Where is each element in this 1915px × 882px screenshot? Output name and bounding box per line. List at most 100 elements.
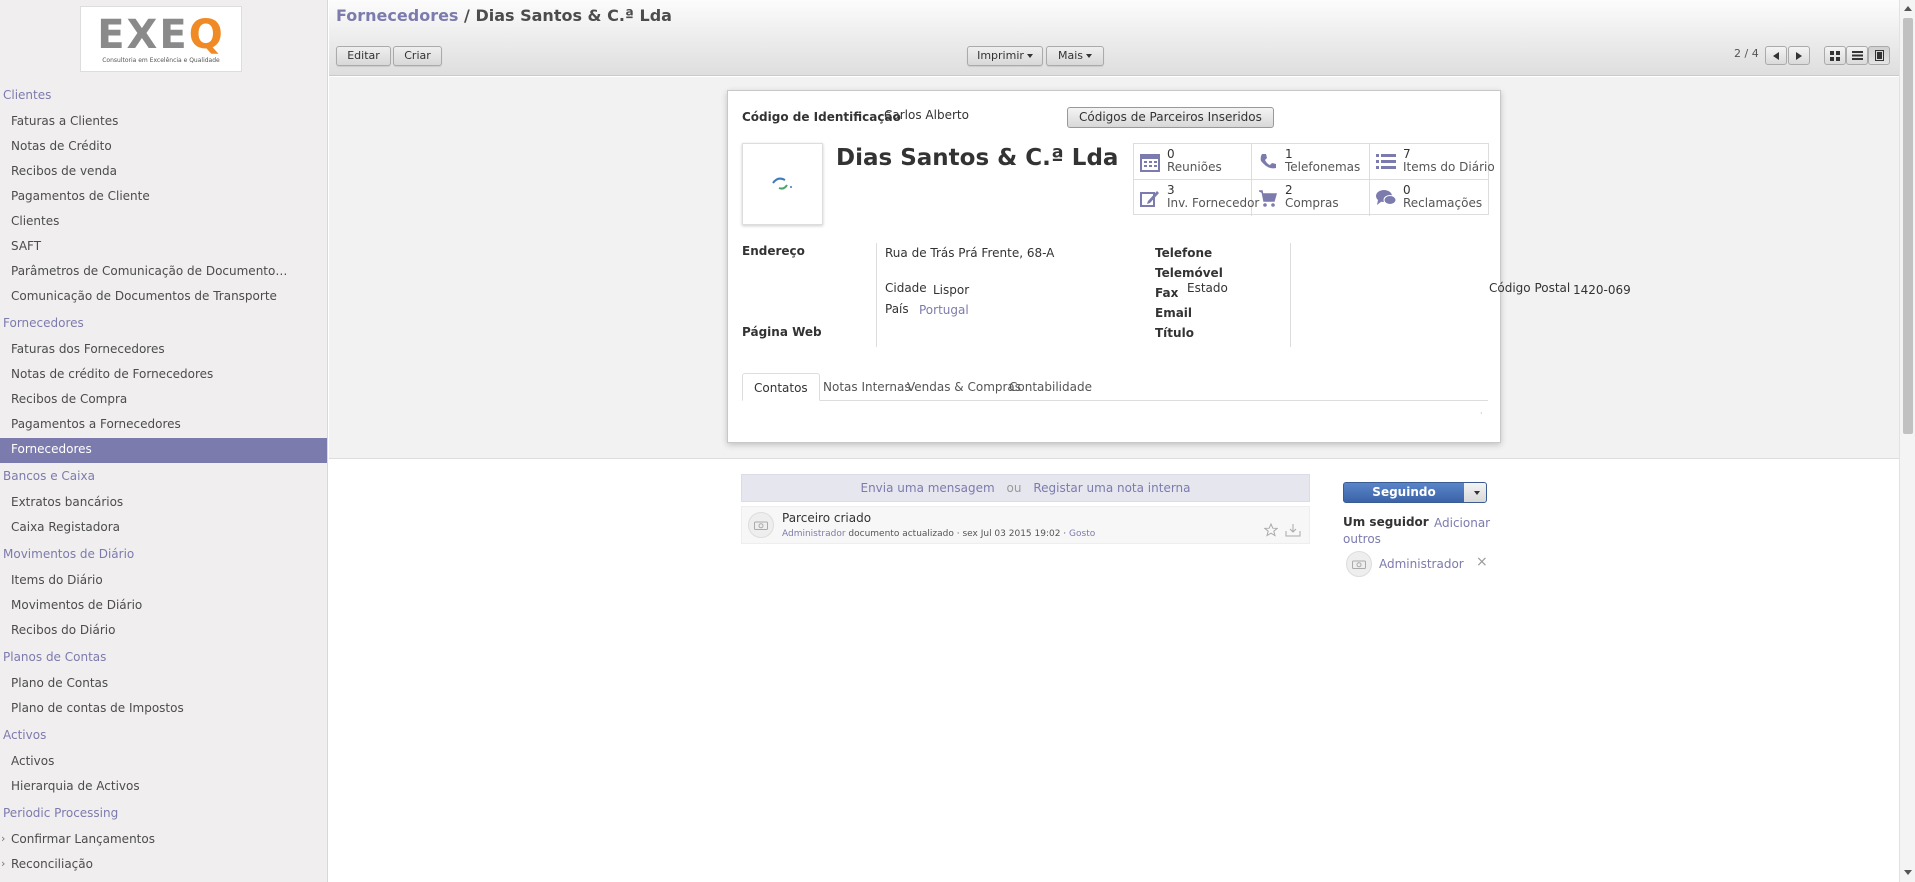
sidebar-item-recibos-do-diario[interactable]: Recibos do Diário [0, 619, 290, 644]
address-label: Endereço [742, 244, 805, 258]
company-logo[interactable]: EXEQ Consultoria em Excelência e Qualida… [80, 6, 242, 72]
sidebar-item-reconciliacao[interactable]: Reconciliação [0, 853, 290, 878]
sidebar-item-caixa-registadora[interactable]: Caixa Registadora [0, 516, 290, 541]
page-scrollbar[interactable] [1899, 0, 1915, 882]
smart-button-count: 3 [1167, 183, 1175, 197]
message-author-link[interactable]: Administrador [782, 529, 846, 539]
smart-button-telefonemas[interactable]: 1 Telefonemas [1252, 144, 1370, 180]
following-button[interactable]: Seguindo [1343, 482, 1487, 503]
smart-buttons: 0 Reuniões 1 Telefonemas 7 Items do Diário 3 In… [1133, 143, 1495, 216]
sidebar-section-activos[interactable]: Activos [0, 725, 327, 750]
follower-name-link[interactable]: Administrador [1379, 557, 1464, 571]
sidebar-item-parametros-de-comunicacao-de-documentos-de[interactable]: Parâmetros de Comunicação de Documentos … [0, 260, 290, 285]
smart-button-count: 7 [1403, 147, 1411, 161]
tab-contatos[interactable]: Contatos [742, 373, 820, 401]
cart-icon [1257, 187, 1279, 209]
send-message-link[interactable]: Envia uma mensagem [860, 481, 994, 495]
street-value: Rua de Trás Prá Frente, 68-A [885, 246, 1055, 260]
view-form-button[interactable] [1868, 46, 1890, 65]
view-list-button[interactable] [1846, 46, 1868, 65]
sidebar-item-items-do-diario[interactable]: Items do Diário [0, 569, 290, 594]
sidebar-item-plano-de-contas[interactable]: Plano de Contas [0, 672, 290, 697]
follower-avatar [1346, 551, 1372, 577]
sidebar-item-clientes[interactable]: Clientes [0, 210, 290, 235]
id-code-value: Carlos Alberto [884, 108, 969, 122]
sidebar-section-movimentos-de-diario[interactable]: Movimentos de Diário [0, 544, 327, 569]
log-note-link[interactable]: Registar uma nota interna [1033, 481, 1190, 495]
smart-button-reclamacoes[interactable]: 0 Reclamações [1370, 180, 1488, 216]
sidebar: EXEQ Consultoria em Excelência e Qualida… [0, 0, 328, 882]
sidebar-item-faturas-dos-fornecedores[interactable]: Faturas dos Fornecedores [0, 338, 290, 363]
following-dropdown[interactable] [1464, 483, 1486, 502]
partner-codes-button[interactable]: Códigos de Parceiros Inseridos [1067, 107, 1274, 128]
sidebar-item-comunicacao-de-documentos-de-transporte[interactable]: Comunicação de Documentos de Transporte [0, 285, 290, 310]
smart-button-inv-fornecedor[interactable]: 3 Inv. Fornecedor [1134, 180, 1259, 216]
avatar [748, 512, 774, 538]
pager-count: 2 / 4 [1734, 47, 1759, 60]
scroll-down-icon[interactable] [1904, 870, 1912, 875]
pager-next-button[interactable] [1788, 46, 1810, 65]
breadcrumb: Fornecedores / Dias Santos & C.ª Lda [336, 6, 672, 25]
email-label: Email [1155, 306, 1193, 320]
sidebar-item-recibos-de-venda[interactable]: Recibos de venda [0, 160, 290, 185]
sidebar-item-fornecedores[interactable]: Fornecedores [0, 438, 327, 463]
smart-button-label: Telefonemas [1285, 160, 1361, 174]
fax-label: Fax [1155, 286, 1179, 300]
sidebar-item-notas-de-credito-de-fornecedores[interactable]: Notas de crédito de Fornecedores [0, 363, 290, 388]
sidebar-item-pagamentos-a-fornecedores[interactable]: Pagamentos a Fornecedores [0, 413, 290, 438]
sidebar-item-saft[interactable]: SAFT [0, 235, 290, 260]
sidebar-section-fornecedores[interactable]: Fornecedores [0, 313, 327, 338]
sidebar-item-faturas-a-clientes[interactable]: Faturas a Clientes [0, 110, 290, 135]
smart-button-label: Items do Diário [1403, 160, 1495, 174]
archive-icon[interactable] [1285, 523, 1301, 537]
view-kanban-button[interactable] [1824, 46, 1846, 65]
edit-button[interactable]: Editar [336, 46, 391, 66]
sidebar-item-notas-de-credito[interactable]: Notas de Crédito [0, 135, 290, 160]
breadcrumb-separator: / [464, 6, 470, 25]
star-icon[interactable] [1264, 523, 1278, 537]
smart-button-reunioes[interactable]: 0 Reuniões [1134, 144, 1252, 180]
partner-image[interactable] [742, 143, 823, 225]
smart-button-count: 0 [1167, 147, 1175, 161]
sidebar-item-recibos-de-compra[interactable]: Recibos de Compra [0, 388, 290, 413]
logo-tagline: Consultoria em Excelência e Qualidade [102, 56, 220, 64]
scroll-up-icon[interactable] [1904, 6, 1912, 11]
sidebar-section-bancos-e-caixa[interactable]: Bancos e Caixa [0, 466, 327, 491]
sidebar-item-movimentos-de-diario[interactable]: Movimentos de Diário [0, 594, 290, 619]
create-button[interactable]: Criar [393, 46, 442, 66]
or-separator: ou [1006, 481, 1022, 495]
country-link[interactable]: Portugal [919, 303, 969, 317]
like-link[interactable]: Gosto [1069, 529, 1095, 539]
sidebar-item-activos[interactable]: Activos [0, 750, 290, 775]
breadcrumb-parent-link[interactable]: Fornecedores [336, 6, 458, 25]
tab-contabilidade[interactable]: Contabilidade [998, 373, 1103, 401]
smart-button-count: 1 [1285, 147, 1293, 161]
smart-button-items-do-diario[interactable]: 7 Items do Diário [1370, 144, 1495, 180]
sidebar-item-plano-de-contas-de-impostos[interactable]: Plano de contas de Impostos [0, 697, 290, 722]
more-dropdown[interactable]: Mais [1046, 46, 1104, 66]
sidebar-section-clientes[interactable]: Clientes [0, 85, 327, 110]
sidebar-item-confirmar-lancamentos[interactable]: Confirmar Lançamentos [0, 828, 290, 853]
sidebar-item-lancamentos-recorrentes[interactable]: Lançamentos Recorrentes [0, 878, 290, 882]
sidebar-item-pagamentos-de-cliente[interactable]: Pagamentos de Cliente [0, 185, 290, 210]
pager-previous-button[interactable] [1765, 46, 1787, 65]
field-divider [1290, 243, 1291, 347]
smart-button-compras[interactable]: 2 Compras [1252, 180, 1370, 216]
smart-button-label: Reclamações [1403, 196, 1483, 210]
zip-value: 1420-069 [1573, 283, 1631, 297]
sidebar-item-hierarquia-de-activos[interactable]: Hierarquia de Activos [0, 775, 290, 800]
sidebar-item-extratos-bancarios[interactable]: Extratos bancários [0, 491, 290, 516]
list-view-icon [1851, 51, 1863, 60]
sidebar-section-periodic-processing[interactable]: Periodic Processing [0, 803, 327, 828]
remove-follower-icon[interactable]: × [1476, 554, 1488, 570]
camera-icon [754, 521, 768, 530]
add-followers-link[interactable]: Adicionar outros [1343, 515, 1503, 547]
print-dropdown[interactable]: Imprimir [967, 46, 1043, 66]
sidebar-section-planos-de-contas[interactable]: Planos de Contas [0, 647, 327, 672]
smart-button-label: Reuniões [1167, 160, 1222, 174]
scroll-thumb[interactable] [1903, 18, 1913, 434]
smart-button-count: 2 [1285, 183, 1293, 197]
title-label: Título [1155, 326, 1194, 340]
arrow-left-icon [1773, 51, 1779, 60]
form-sheet: Código de Identificação Carlos Alberto C… [727, 90, 1631, 443]
